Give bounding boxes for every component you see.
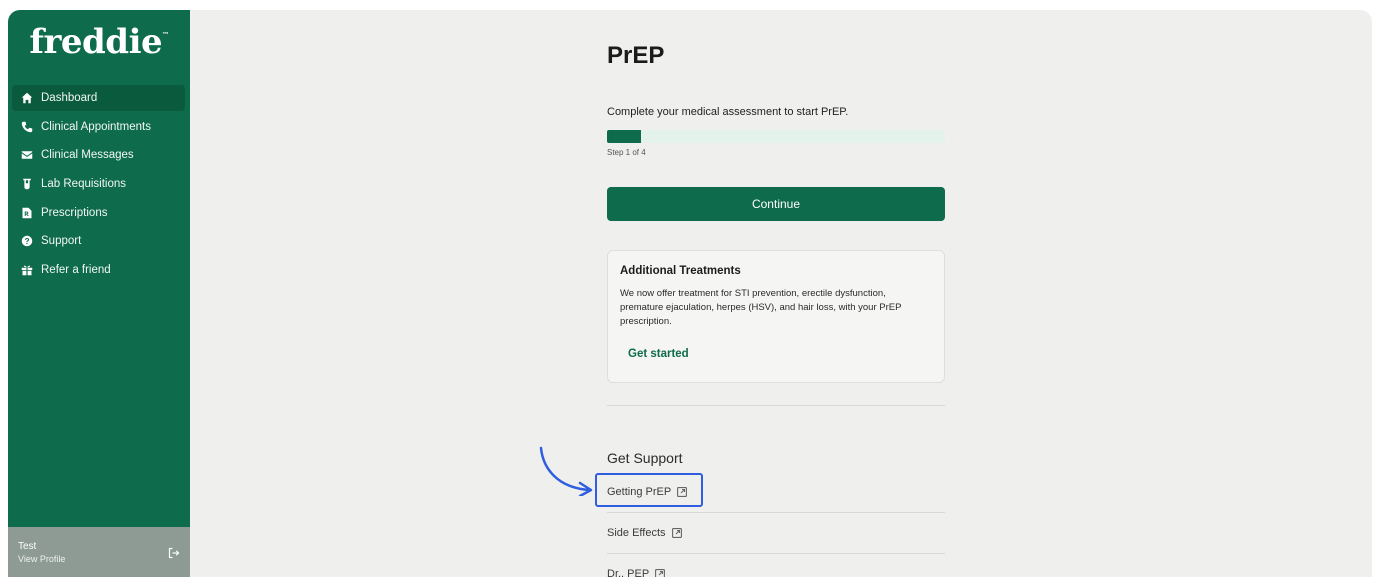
support-link-label: Side Effects (607, 527, 666, 539)
phone-icon (20, 120, 34, 134)
sidebar-item-refer-a-friend[interactable]: Refer a friend (12, 257, 185, 283)
assessment-progress-bar (607, 130, 945, 143)
support-divider (607, 553, 945, 554)
sidebar-item-label: Dashboard (41, 92, 98, 104)
sidebar-item-label: Clinical Appointments (41, 120, 151, 133)
page-title: PrEP (607, 42, 665, 69)
card-title: Additional Treatments (620, 265, 741, 277)
progress-step-text: Step 1 of 4 (607, 148, 646, 157)
main-content: PrEP Complete your medical assessment to… (190, 10, 1372, 577)
test-tube-icon (20, 177, 34, 191)
app-window: freddie™ Dashboard Clinical Appointments… (8, 10, 1372, 577)
continue-button[interactable]: Continue (607, 187, 945, 221)
home-icon (20, 91, 34, 105)
sidebar-item-dashboard[interactable]: Dashboard (12, 85, 185, 111)
profile-name: Test (18, 541, 37, 552)
brand-trademark: ™ (162, 30, 169, 39)
sidebar-item-label: Support (41, 235, 82, 248)
get-support-heading: Get Support (607, 450, 683, 466)
sidebar-item-label: Clinical Messages (41, 149, 134, 162)
brand-name: freddie (29, 22, 163, 62)
brand-logo[interactable]: freddie™ (8, 22, 190, 62)
envelope-icon (20, 148, 34, 162)
sidebar-item-label: Refer a friend (41, 264, 111, 277)
sidebar-item-clinical-messages[interactable]: Clinical Messages (12, 142, 185, 168)
sidebar-item-label: Lab Requisitions (41, 178, 127, 191)
sidebar-item-prescriptions[interactable]: Prescriptions (12, 200, 185, 226)
sidebar-item-lab-requisitions[interactable]: Lab Requisitions (12, 171, 185, 197)
additional-treatments-card: Additional Treatments We now offer treat… (607, 250, 945, 383)
sidebar-item-label: Prescriptions (41, 206, 108, 219)
sidebar-nav: Dashboard Clinical Appointments Clinical… (12, 85, 185, 286)
sidebar: freddie™ Dashboard Clinical Appointments… (8, 10, 190, 577)
card-body: We now offer treatment for STI preventio… (620, 288, 902, 327)
view-profile-link[interactable]: View Profile (18, 554, 65, 564)
doc-pep-link[interactable]: Dr.. PEP (607, 568, 666, 577)
annotation-arrow-icon (539, 446, 593, 496)
profile-panel[interactable]: Test View Profile (8, 527, 190, 577)
logout-icon[interactable] (168, 546, 180, 559)
support-divider (607, 512, 945, 513)
gift-icon (20, 263, 34, 277)
progress-fill (607, 130, 641, 143)
support-link-label: Dr.. PEP (607, 568, 650, 577)
highlight-box (595, 473, 703, 507)
sidebar-item-clinical-appointments[interactable]: Clinical Appointments (12, 114, 185, 140)
side-effects-link[interactable]: Side Effects (607, 527, 682, 539)
assessment-intro-text: Complete your medical assessment to star… (607, 106, 849, 118)
section-divider (607, 405, 945, 406)
sidebar-item-support[interactable]: Support (12, 228, 185, 254)
external-link-icon (655, 569, 666, 577)
prescription-icon (20, 206, 34, 220)
external-link-icon (671, 528, 682, 538)
help-icon (20, 234, 34, 248)
get-started-link[interactable]: Get started (628, 348, 689, 360)
